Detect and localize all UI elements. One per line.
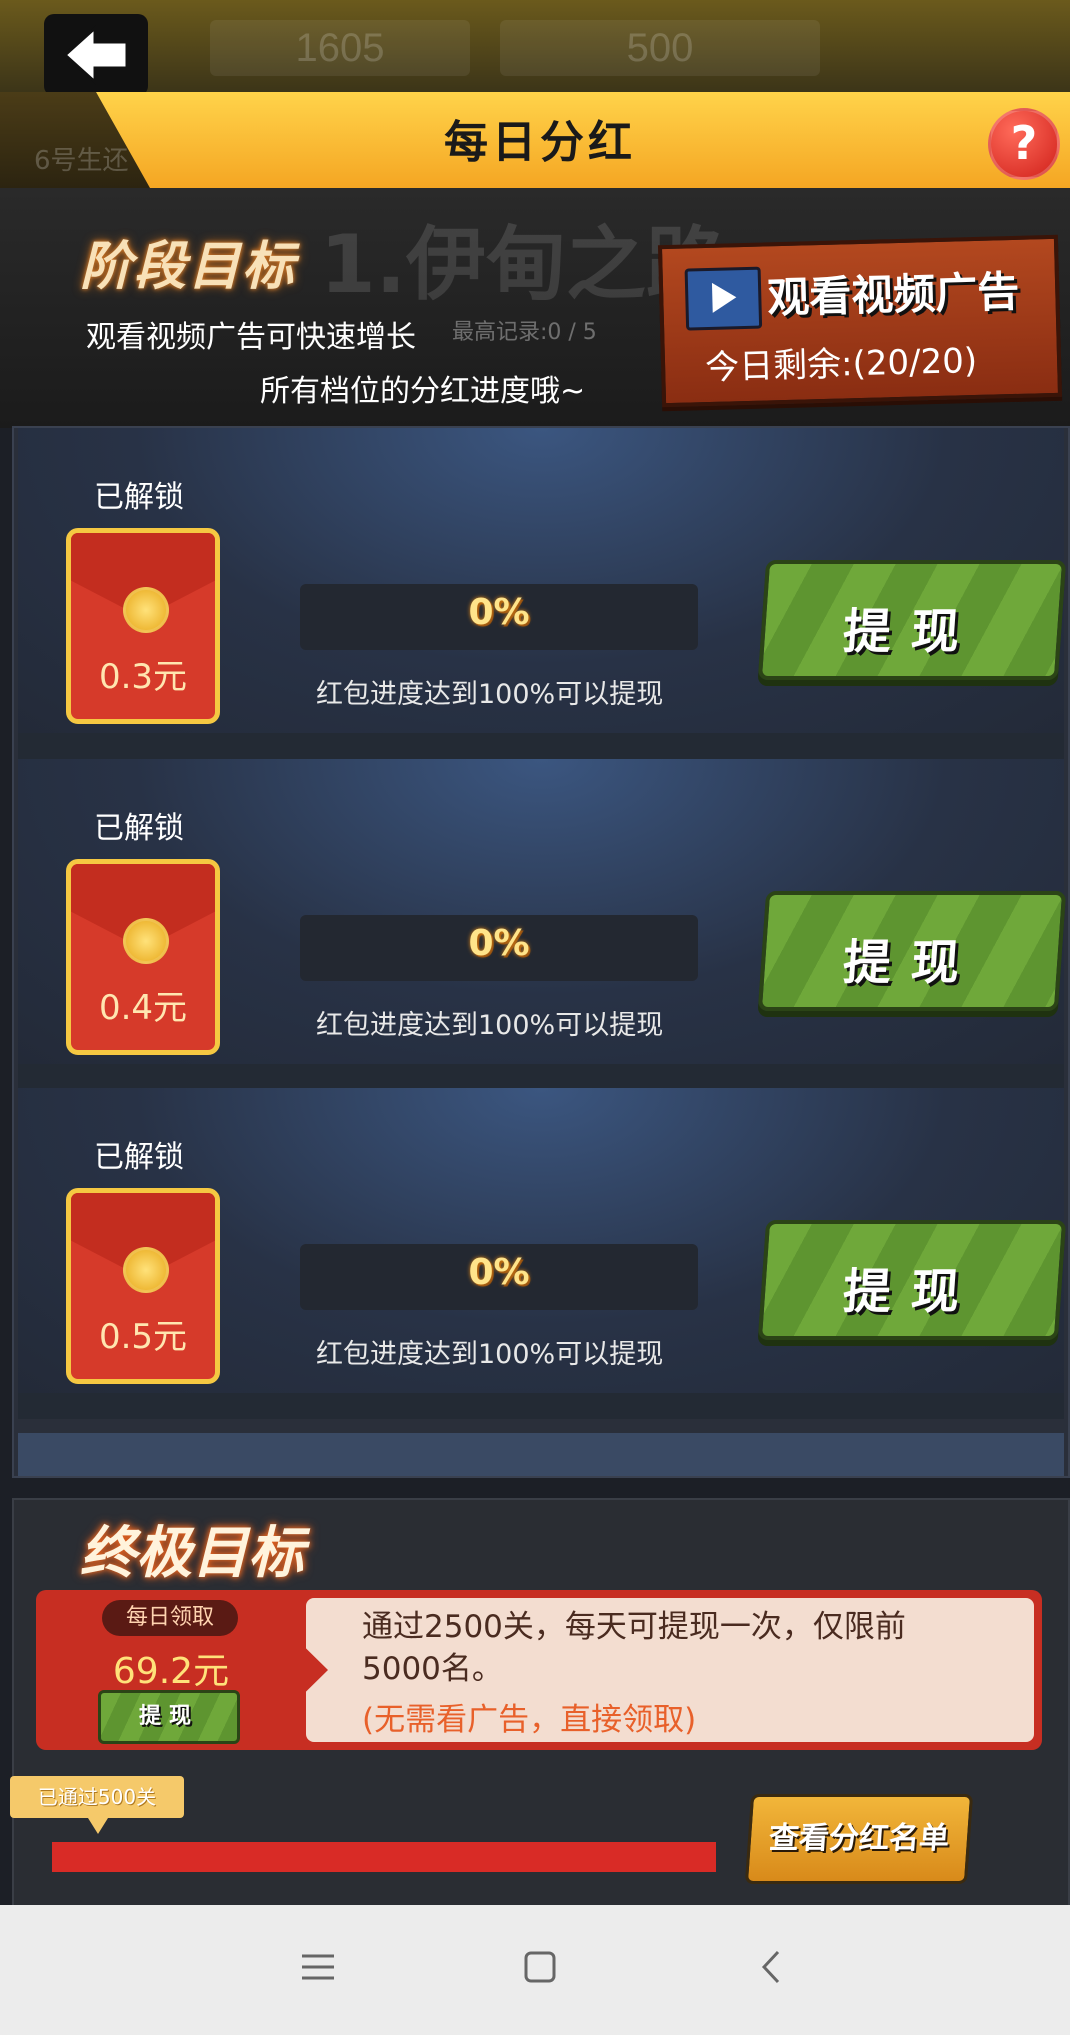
final-goal-description: 通过2500关，每天可提现一次，仅限前5000名。 [362, 1609, 906, 1687]
page-title: 每日分红 [444, 117, 636, 168]
ghost-stat-2: 500 [500, 20, 820, 76]
reward-status: 已解锁 [94, 811, 184, 846]
final-progress-bar [52, 1842, 716, 1872]
progress-hint: 红包进度达到100%可以提现 [316, 1339, 664, 1370]
reward-amount: 0.4元 [98, 988, 188, 1028]
red-envelope-icon: 0.4元 [66, 859, 220, 1055]
progress-percent: 0% [468, 1252, 530, 1293]
ad-remaining: 今日剩余:(20/20) [704, 340, 978, 389]
progress-percent: 0% [468, 592, 530, 633]
progress-hint: 红包进度达到100%可以提现 [316, 679, 664, 710]
reward-list[interactable]: 已解锁 0.3元 0% 红包进度达到100%可以提现 提现 已解锁 0.4元 0… [12, 426, 1070, 1478]
stage-desc-line1: 观看视频广告可快速增长 [86, 320, 416, 355]
back-button[interactable] [44, 14, 148, 96]
stage-record: 最高记录:0 / 5 [452, 320, 597, 345]
reward-amount: 0.3元 [98, 657, 188, 697]
passed-levels-tooltip: 已通过500关 [10, 1776, 184, 1834]
red-envelope-icon: 0.5元 [66, 1188, 220, 1384]
ghost-stat-1: 1605 [210, 20, 470, 76]
app-screen: 1605 500 6号生还 每日分红 ? 1.伊甸之路 阶段目标 观看视频广告可… [0, 0, 1070, 1905]
reward-status: 已解锁 [94, 1140, 184, 1175]
final-goal-title: 终极目标 [80, 1521, 304, 1586]
stage-title: 阶段目标 [80, 237, 297, 297]
progress-hint: 红包进度达到100%可以提现 [316, 1010, 664, 1041]
reward-row-partial [18, 1433, 1064, 1476]
watch-ad-button[interactable]: 观看视频广告 今日剩余:(20/20) [657, 234, 1063, 408]
daily-badge: 每日领取 [102, 1600, 238, 1636]
system-nav-bar [0, 1905, 1070, 2035]
arrow-left-icon [62, 24, 129, 86]
coin-icon [123, 587, 169, 633]
final-withdraw-button[interactable]: 提现 [98, 1690, 240, 1744]
background-stat-bar: 1605 500 [0, 0, 1070, 96]
reward-row: 已解锁 0.3元 0% 红包进度达到100%可以提现 提现 [18, 428, 1067, 759]
stage-desc-line2: 所有档位的分红进度哦~ [260, 374, 586, 409]
help-button[interactable]: ? [988, 108, 1060, 180]
menu-icon[interactable] [300, 1949, 336, 1985]
ad-title: 观看视频广告 [766, 266, 1020, 323]
progress-percent: 0% [468, 923, 530, 964]
coin-icon [123, 918, 169, 964]
withdraw-label: 提现 [841, 1264, 982, 1320]
coin-icon [123, 1247, 169, 1293]
reward-row: 已解锁 0.5元 0% 红包进度达到100%可以提现 提现 [18, 1088, 1067, 1419]
withdraw-button[interactable]: 提现 [757, 1220, 1067, 1340]
withdraw-label: 提现 [841, 935, 982, 991]
back-chevron-icon[interactable] [754, 1949, 790, 1985]
reward-amount: 0.5元 [98, 1317, 188, 1357]
reward-row: 已解锁 0.4元 0% 红包进度达到100%可以提现 提现 [18, 759, 1067, 1090]
withdraw-button[interactable]: 提现 [757, 560, 1067, 680]
daily-amount: 69.2元 [112, 1651, 230, 1692]
video-play-icon [684, 266, 763, 331]
view-dividend-list-button[interactable]: 查看分红名单 [744, 1794, 974, 1884]
red-envelope-icon: 0.3元 [66, 528, 220, 724]
final-goal-note: (无需看广告，直接领取) [362, 1702, 697, 1738]
withdraw-label: 提现 [841, 604, 982, 660]
withdraw-button[interactable]: 提现 [757, 891, 1067, 1011]
reward-status: 已解锁 [94, 480, 184, 515]
home-square-icon[interactable] [522, 1949, 558, 1985]
